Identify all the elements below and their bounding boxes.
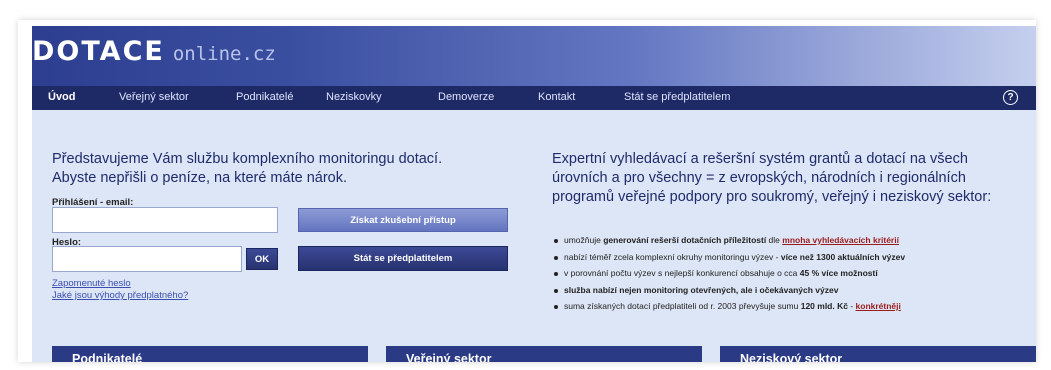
- section-neziskovy-sektor[interactable]: Neziskový sektor: [720, 346, 1036, 362]
- section-podnikatele[interactable]: Podnikatelé: [52, 346, 368, 362]
- list-item: nabízí téměř zcela komplexní okruhy moni…: [552, 251, 1032, 268]
- intro-line-1: Představujeme Vám službu komplexního mon…: [52, 151, 443, 167]
- bullet-bold: 120 mld. Kč: [800, 301, 848, 311]
- header: DOTACE online.cz Úvod Veřejný sektor Pod…: [32, 26, 1036, 110]
- bullet-text: umožňuje: [564, 235, 604, 245]
- bullet-text: suma získaných dotací předplatiteli od r…: [564, 301, 801, 311]
- list-item: umožňuje generování rešerší dotačních př…: [552, 234, 1032, 251]
- forgot-password-link[interactable]: Zapomenuté heslo: [52, 278, 131, 289]
- nav-item-uvod[interactable]: Úvod: [48, 91, 76, 103]
- expert-line-3: programů veřejné podpory pro soukromý, v…: [552, 189, 992, 205]
- help-icon[interactable]: ?: [1003, 90, 1018, 105]
- nav-item-kontakt[interactable]: Kontakt: [538, 91, 575, 103]
- expert-line-2: úrovních a pro všechny = z evropských, n…: [552, 170, 966, 186]
- bullet-text: dle: [766, 235, 783, 245]
- search-criteria-link[interactable]: mnoha vyhledávacích kritérií: [782, 235, 899, 245]
- bullet-bold: generování rešerší dotačních příležitost…: [603, 235, 767, 245]
- bullet-text: v porovnání počtu výzev s nejlepší konku…: [564, 268, 800, 278]
- list-item: suma získaných dotací předplatiteli od r…: [552, 300, 1032, 317]
- expert-line-1: Expertní vyhledávací a rešeršní systém g…: [552, 151, 968, 167]
- nav-item-stat-se-predplatitelem[interactable]: Stát se předplatitelem: [624, 91, 730, 103]
- subscription-benefits-link[interactable]: Jaké jsou výhody předplatného?: [52, 290, 188, 301]
- details-link[interactable]: konkrétněji: [856, 301, 901, 311]
- section-verejny-sektor[interactable]: Veřejný sektor: [386, 346, 702, 362]
- bullet-bold: služba nabízí nejen monitoring otevřenýc…: [564, 284, 839, 295]
- content-area: Představujeme Vám službu komplexního mon…: [32, 110, 1036, 362]
- bullet-text: -: [847, 301, 856, 311]
- subscribe-button[interactable]: Stát se předplatitelem: [298, 246, 508, 271]
- expert-heading: Expertní vyhledávací a rešeršní systém g…: [552, 150, 1022, 207]
- logo-main: DOTACE: [32, 36, 165, 67]
- list-item: služba nabízí nejen monitoring otevřenýc…: [552, 284, 1032, 301]
- bullet-bold: více než 1300 aktuálních výzev: [780, 251, 906, 262]
- nav-item-demoverze[interactable]: Demoverze: [438, 91, 494, 103]
- ok-button[interactable]: OK: [246, 248, 278, 270]
- nav-item-podnikatele[interactable]: Podnikatelé: [236, 91, 294, 103]
- feature-list: umožňuje generování rešerší dotačních př…: [552, 234, 1032, 317]
- email-field[interactable]: [52, 207, 278, 233]
- intro-line-2: Abyste nepřišli o peníze, na které máte …: [52, 170, 347, 186]
- trial-access-button[interactable]: Získat zkušební přístup: [298, 208, 508, 232]
- bullet-bold: 45 % více možností: [799, 268, 878, 278]
- list-item: v porovnání počtu výzev s nejlepší konku…: [552, 267, 1032, 284]
- page-frame: DOTACE online.cz Úvod Veřejný sektor Pod…: [18, 20, 1036, 362]
- logo-sub: online.cz: [172, 43, 276, 65]
- intro-heading: Představujeme Vám službu komplexního mon…: [52, 150, 512, 188]
- nav-item-neziskovky[interactable]: Neziskovky: [326, 91, 382, 103]
- logo[interactable]: DOTACE online.cz: [32, 36, 276, 72]
- bullet-text: nabízí téměř zcela komplexní okruhy moni…: [564, 251, 781, 262]
- password-field[interactable]: [52, 246, 242, 272]
- nav-item-verejny-sektor[interactable]: Veřejný sektor: [119, 91, 189, 103]
- main-nav: Úvod Veřejný sektor Podnikatelé Neziskov…: [32, 86, 1036, 110]
